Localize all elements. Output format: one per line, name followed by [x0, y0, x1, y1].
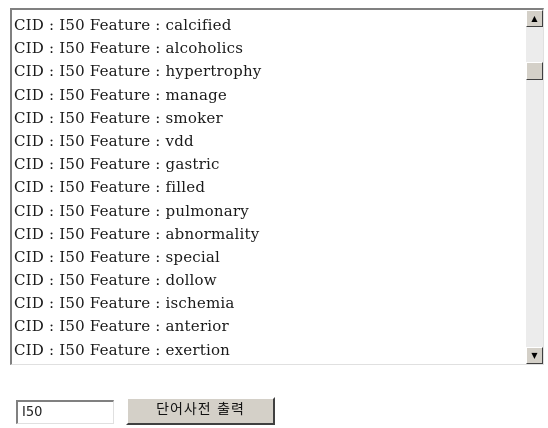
list-item[interactable]: CID : I50 Feature : hypertrophy — [14, 60, 525, 83]
triangle-down-icon: ▼ — [531, 351, 538, 360]
triangle-up-icon: ▲ — [531, 14, 538, 23]
list-item[interactable]: CID : I50 Feature : gastric — [14, 153, 525, 176]
list-item[interactable]: CID : I50 Feature : special — [14, 246, 525, 269]
list-item[interactable]: CID : I50 Feature : anterior — [14, 315, 525, 338]
list-item[interactable]: CID : I50 Feature : smoker — [14, 107, 525, 130]
list-item[interactable]: CID : I50 Feature : abnormality — [14, 223, 525, 246]
scroll-up-button[interactable]: ▲ — [526, 10, 543, 27]
feature-listbox[interactable]: CID : I50 Feature : calcified CID : I50 F… — [10, 8, 544, 365]
feature-list: CID : I50 Feature : calcified CID : I50 F… — [14, 14, 525, 362]
list-item[interactable]: CID : I50 Feature : vdd — [14, 130, 525, 153]
code-input[interactable] — [16, 400, 114, 424]
list-item[interactable]: CID : I50 Feature : calcified — [14, 14, 525, 37]
list-item[interactable]: CID : I50 Feature : alcoholics — [14, 37, 525, 60]
scroll-down-button[interactable]: ▼ — [526, 347, 543, 364]
list-item[interactable]: CID : I50 Feature : pulmonary — [14, 200, 525, 223]
list-item[interactable]: CID : I50 Feature : dollow — [14, 269, 525, 292]
list-item[interactable]: CID : I50 Feature : filled — [14, 176, 525, 199]
list-item[interactable]: CID : I50 Feature : exertion — [14, 339, 525, 362]
list-item[interactable]: CID : I50 Feature : manage — [14, 84, 525, 107]
print-dictionary-button[interactable]: 단어사전 출력 — [126, 397, 275, 425]
list-item[interactable]: CID : I50 Feature : ischemia — [14, 292, 525, 315]
vertical-scrollbar[interactable]: ▲ ▼ — [526, 10, 543, 364]
scroll-thumb[interactable] — [526, 62, 543, 80]
